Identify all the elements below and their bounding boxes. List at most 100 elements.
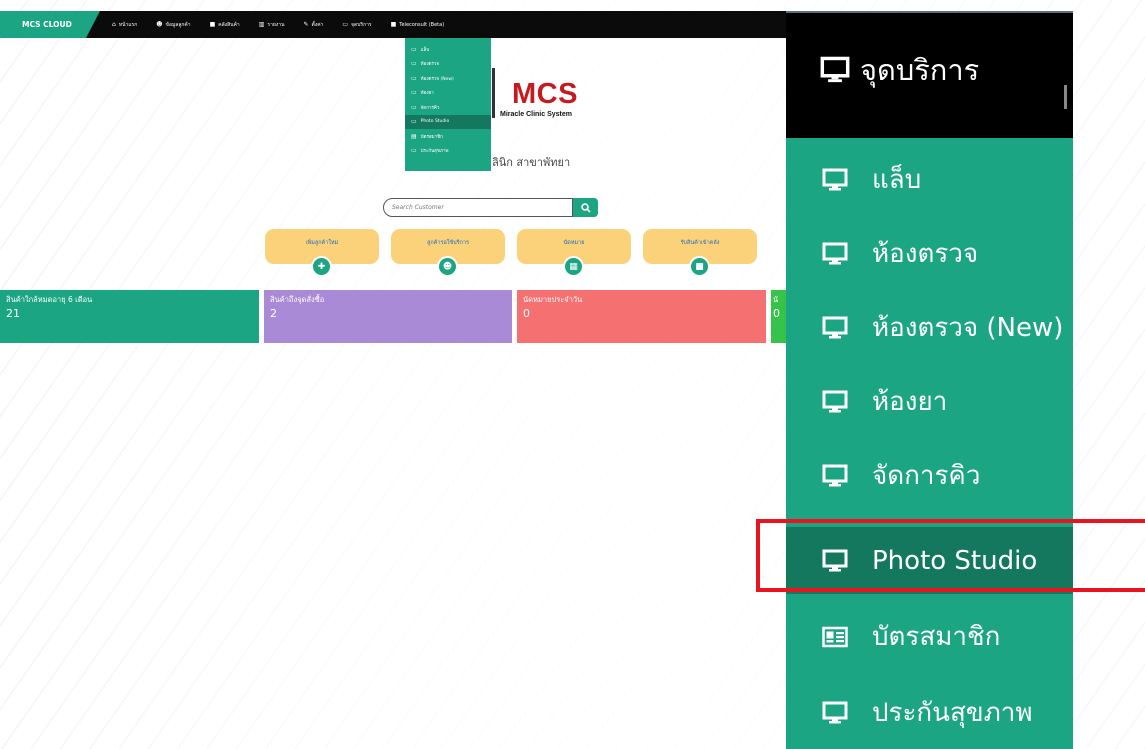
group-icon[interactable]: ☻ xyxy=(437,256,458,277)
monitor-icon xyxy=(820,56,850,83)
dropdown-item-label: ห้องตรวจ xyxy=(420,62,440,68)
header-edge-mark xyxy=(1064,85,1067,109)
service-menu-item-label: แล็บ xyxy=(872,165,922,195)
clinic-name: ลินิก สาขาพัทยา xyxy=(492,156,571,169)
search-icon xyxy=(580,202,591,213)
nav-item-label: หน้าแรก xyxy=(118,21,138,28)
dropdown-item-member-card[interactable]: ▤ บัตรสมาชิก xyxy=(405,129,491,144)
nav-item-label: จุดบริการ xyxy=(351,21,372,28)
service-menu-item-label: ห้องตรวจ (New) xyxy=(872,313,1064,343)
chart-icon: ▥ xyxy=(258,21,265,28)
stat-title: นัดหมายประจำวัน xyxy=(523,295,583,304)
nav-item-home[interactable]: ⌂ หน้าแรก xyxy=(112,21,137,29)
monitor-icon xyxy=(822,242,848,264)
dropdown-item-health-insurance[interactable]: ▭ ประกันสุขภาพ xyxy=(405,144,491,159)
mcs-logo-subtitle: Miracle Clinic System xyxy=(500,111,572,118)
monitor-icon: ▭ xyxy=(411,45,417,53)
service-menu-item-member-card[interactable]: บัตรสมาชิก xyxy=(786,603,1073,670)
stat-value: 21 xyxy=(6,307,20,320)
service-menu-item-label: Photo Studio xyxy=(872,545,1038,576)
dropdown-item-pharmacy[interactable]: ▭ ห้องยา xyxy=(405,86,491,101)
service-menu-item-label: จัดการคิว xyxy=(872,461,981,491)
id-card-icon xyxy=(822,626,848,647)
service-menu-item-pharmacy[interactable]: ห้องยา xyxy=(786,368,1073,435)
dropdown-item-label: จัดการคิว xyxy=(420,105,440,111)
service-menu-item-label: บัตรสมาชิก xyxy=(872,622,1001,652)
archive-icon[interactable]: ■ xyxy=(689,256,710,277)
monitor-icon: ▭ xyxy=(411,118,417,126)
monitor-icon: ▭ xyxy=(411,89,417,97)
monitor-icon: ▭ xyxy=(411,74,417,82)
nav-item-label: คลังสินค้า xyxy=(218,21,240,28)
dropdown-item-label: Photo Studio xyxy=(420,119,450,125)
service-menu-item-lab[interactable]: แล็บ xyxy=(786,146,1073,213)
nav-item-settings[interactable]: ✎ ตั้งค่า xyxy=(304,21,324,29)
zoomed-service-menu: จุดบริการ แล็บห้องตรวจห้องตรวจ (New) ห้อง… xyxy=(756,0,1145,749)
wrench-icon: ✎ xyxy=(303,21,309,28)
search-button[interactable] xyxy=(573,198,598,217)
dropdown-item-label: แล็บ xyxy=(420,47,430,53)
service-menu-item-exam-room-new[interactable]: ห้องตรวจ (New) xyxy=(786,294,1073,361)
home-icon: ⌂ xyxy=(112,21,116,28)
monitor-icon xyxy=(822,701,848,723)
nav-item-service-points[interactable]: ▭ จุดบริการ xyxy=(342,21,371,29)
stat-title: นั xyxy=(773,295,779,304)
stat-card-reorder[interactable]: สินค้าถึงจุดสั่งซื้อ 2 xyxy=(264,290,512,343)
dropdown-item-photo-studio[interactable]: ▭ Photo Studio xyxy=(405,114,491,129)
monitor-icon: ▭ xyxy=(411,103,417,111)
stat-card-partial[interactable]: นั 0 xyxy=(771,290,786,343)
stat-title: สินค้าถึงจุดสั่งซื้อ xyxy=(270,295,325,304)
dropdown-item-label: บัตรสมาชิก xyxy=(420,134,443,140)
service-menu-item-health-insurance[interactable]: ประกันสุขภาพ xyxy=(786,679,1073,746)
monitor-icon: ▭ xyxy=(342,21,349,28)
search-input[interactable] xyxy=(383,198,573,217)
top-navbar: MCS CLOUD ⌂ หน้าแรก ☻ ข้อมูลลูกค้า ■ คลั… xyxy=(0,11,786,38)
service-menu-item-label: ห้องตรวจ xyxy=(872,239,979,269)
brand-logo[interactable]: MCS CLOUD xyxy=(0,11,100,38)
dropdown-item-label: ห้องยา xyxy=(420,91,434,97)
service-menu-title: จุดบริการ xyxy=(860,53,980,87)
dropdown-item-queue[interactable]: ▭ จัดการคิว xyxy=(405,100,491,115)
service-menu-item-photo-studio[interactable]: Photo Studio xyxy=(786,527,1073,594)
stat-card-expiring[interactable]: สินค้าใกล้หมดอายุ 6 เดือน 21 xyxy=(0,290,259,343)
customer-search xyxy=(383,198,598,217)
service-menu-item-label: ห้องยา xyxy=(872,387,948,417)
service-menu-item-label: ประกันสุขภาพ xyxy=(872,698,1033,728)
monitor-icon xyxy=(822,390,848,412)
monitor-icon: ▭ xyxy=(411,60,417,68)
stat-title: สินค้าใกล้หมดอายุ 6 เดือน xyxy=(6,295,93,304)
stat-value: 0 xyxy=(523,307,530,320)
stat-card-appointments[interactable]: นัดหมายประจำวัน 0 xyxy=(517,290,766,343)
nav-item-teleconsult[interactable]: ■ Teleconsult (Beta) xyxy=(391,21,445,28)
nav-item-label: Teleconsult (Beta) xyxy=(399,21,445,28)
nav-item-customers[interactable]: ☻ ข้อมูลลูกค้า xyxy=(156,21,190,29)
monitor-icon xyxy=(822,549,848,571)
service-menu-header[interactable]: จุดบริการ xyxy=(786,13,1073,138)
dropdown-item-exam-room-new[interactable]: ▭ ห้องตรวจ (New) xyxy=(405,71,491,86)
dropdown-item-exam-room[interactable]: ▭ ห้องตรวจ xyxy=(405,57,491,72)
monitor-icon xyxy=(822,464,848,486)
nav-item-label: รายงาน xyxy=(267,21,285,28)
nav-item-inventory[interactable]: ■ คลังสินค้า xyxy=(210,21,240,29)
dropdown-item-lab[interactable]: ▭ แล็บ xyxy=(405,42,491,57)
box-icon: ■ xyxy=(209,21,216,28)
nav-menu: ⌂ หน้าแรก ☻ ข้อมูลลูกค้า ■ คลังสินค้า ▥ … xyxy=(112,21,463,29)
service-menu-item-exam-room[interactable]: ห้องตรวจ xyxy=(786,220,1073,287)
service-menu-item-queue[interactable]: จัดการคิว xyxy=(786,442,1073,509)
stat-value: 2 xyxy=(270,307,277,320)
service-menu-list: แล็บห้องตรวจห้องตรวจ (New) ห้องยาจัดการคิ… xyxy=(786,138,1073,749)
id-card-icon: ▤ xyxy=(411,132,417,140)
monitor-icon xyxy=(822,316,848,338)
nav-item-label: ตั้งค่า xyxy=(311,21,324,28)
stat-value: 0 xyxy=(773,307,780,320)
nav-item-label: ข้อมูลลูกค้า xyxy=(165,21,191,28)
app-screenshot: MCS CLOUD ⌂ หน้าแรก ☻ ข้อมูลลูกค้า ■ คลั… xyxy=(0,0,786,749)
mcs-logo: MCS xyxy=(512,78,578,110)
add-user-icon[interactable]: ✚ xyxy=(311,256,332,277)
monitor-icon xyxy=(822,168,848,190)
service-dropdown-small: ▭ แล็บ ▭ ห้องตรวจ ▭ ห้องตรวจ (New) ▭ ห้องยา … xyxy=(405,38,491,171)
dropdown-item-label: ประกันสุขภาพ xyxy=(420,149,449,155)
logo-divider xyxy=(492,68,495,118)
calendar-icon[interactable]: ▦ xyxy=(563,256,584,277)
nav-item-reports[interactable]: ▥ รายงาน xyxy=(259,21,285,29)
